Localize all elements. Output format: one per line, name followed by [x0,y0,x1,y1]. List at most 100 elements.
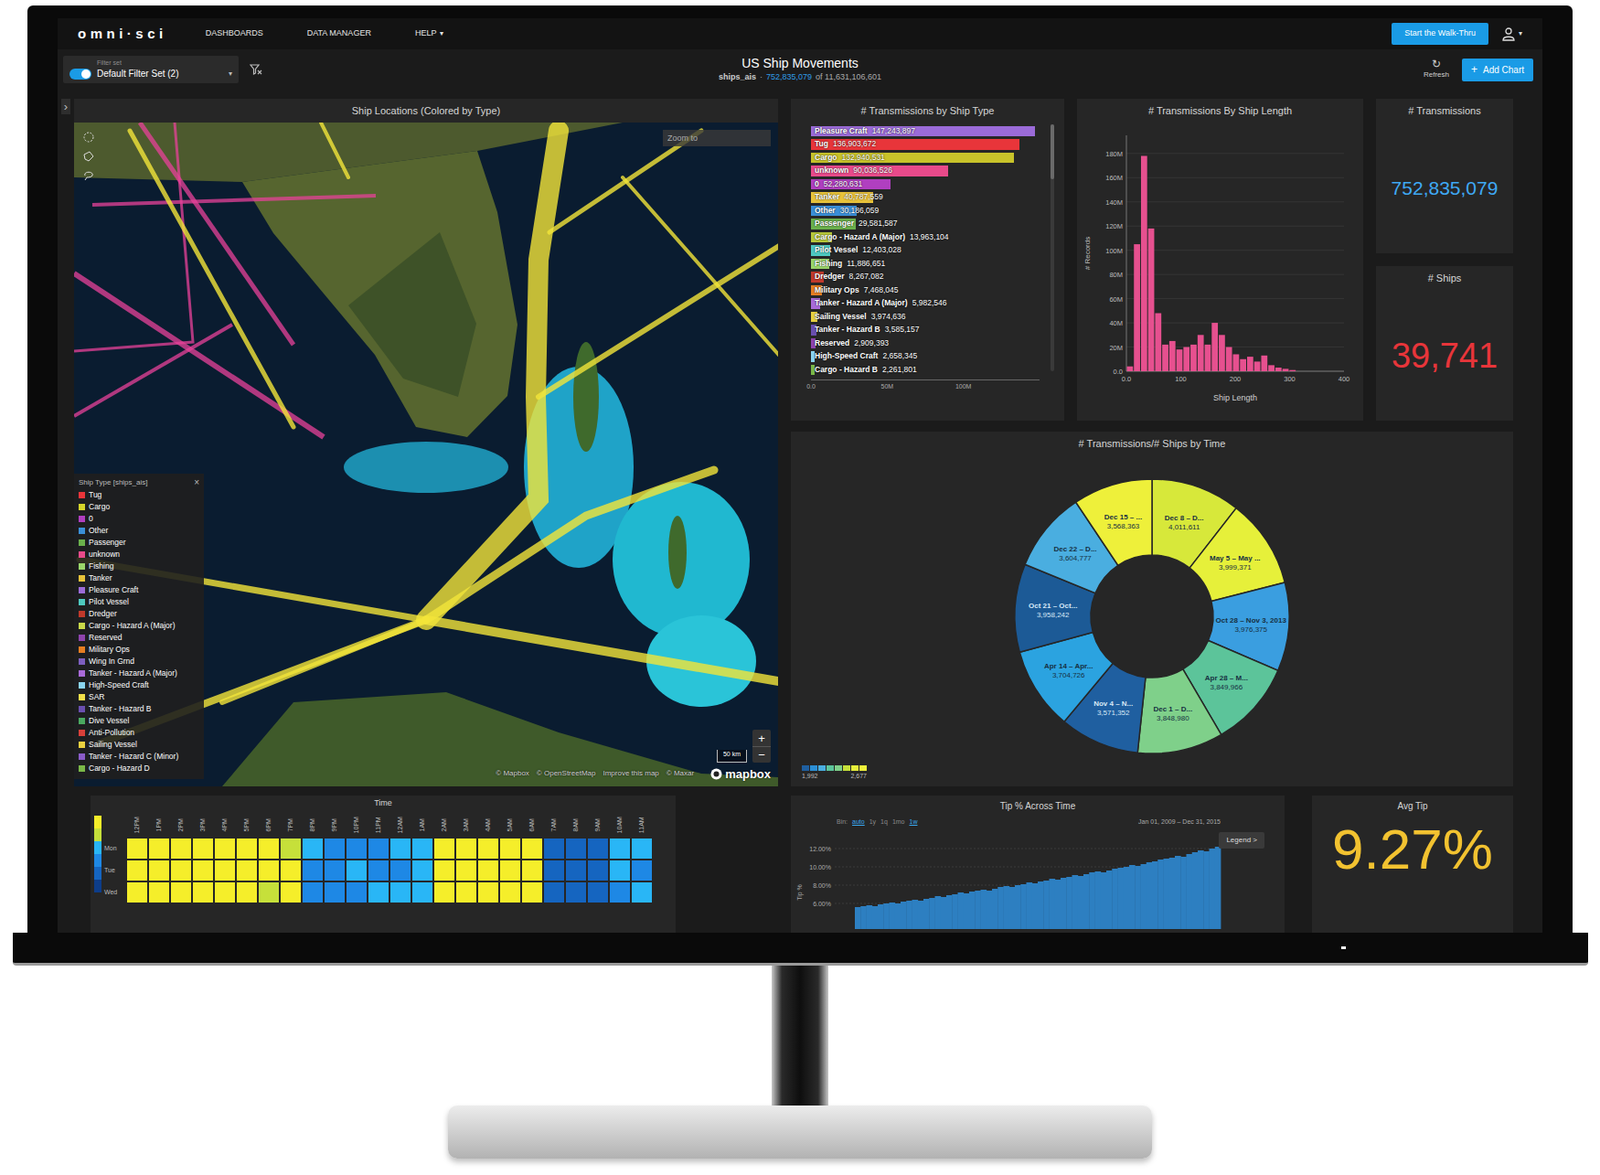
heatmap-cell[interactable] [411,837,434,860]
lasso-select-icon[interactable] [83,170,95,182]
heatmap-cell[interactable] [257,881,280,904]
nav-menu-item[interactable]: HELP▾ [415,27,445,41]
bar-row[interactable]: High-Speed Craft2,658,345 [810,350,1040,364]
circle-select-icon[interactable] [83,131,95,143]
heatmap-cell[interactable] [170,837,192,860]
heatmap-cell[interactable] [433,837,456,860]
attribution-link[interactable]: © Mapbox [495,768,530,779]
add-chart-button[interactable]: +Add Chart [1461,58,1534,82]
legend-item[interactable]: Cargo - Hazard D [78,763,200,776]
heatmap-cell[interactable] [543,837,566,860]
legend-item[interactable]: Tanker - Hazard B [78,704,200,716]
bin-option[interactable]: 1y [869,817,876,828]
heatmap-cell[interactable] [148,881,171,904]
zoom-out-button[interactable]: − [752,746,771,763]
heatmap-cell[interactable] [301,881,324,904]
heatmap-cell[interactable] [279,881,302,904]
heatmap-cell[interactable] [323,881,346,904]
legend-item[interactable]: Cargo - Hazard A (Major) [78,620,200,633]
heatmap-cell[interactable] [608,837,631,860]
legend-item[interactable]: Fishing [78,561,200,574]
heatmap-cell[interactable] [126,881,149,904]
legend-item[interactable]: unknown [78,549,200,562]
heatmap-cell[interactable] [586,881,609,904]
heatmap-cell[interactable] [126,859,149,882]
bar-row[interactable]: Pilot Vessel12,403,028 [810,244,1040,258]
heatmap-cell[interactable] [192,859,214,882]
heatmap-cell[interactable] [301,837,324,860]
heatmap-cell[interactable] [565,859,587,882]
heatmap-cell[interactable] [521,881,544,904]
legend-item[interactable]: 0 [78,513,200,526]
heatmap-cell[interactable] [521,837,544,860]
heatmap-cell[interactable] [455,881,478,904]
legend-item[interactable]: Sailing Vessel [78,739,200,752]
zoom-in-button[interactable]: + [752,729,771,747]
sidebar-toggle[interactable]: › [61,98,71,115]
heatmap-cell[interactable] [367,837,390,860]
bar-row[interactable]: Cargo132,940,531 [810,150,1040,165]
heatmap-cell[interactable] [345,859,368,882]
bin-option[interactable]: 1w [909,817,918,828]
heatmap-cell[interactable] [192,881,214,904]
heatmap-cell[interactable] [235,881,258,904]
bar-row[interactable]: unknown90,036,526 [810,164,1040,179]
bar-row[interactable]: Passenger29,581,587 [810,217,1040,232]
heatmap-cell[interactable] [411,859,434,882]
legend-item[interactable]: Tanker - Hazard C (Minor) [78,751,200,764]
heatmap-cell[interactable] [433,881,456,904]
heatmap-cell[interactable] [521,859,544,882]
heatmap-cell[interactable] [455,859,478,882]
legend-item[interactable]: Anti-Pollution [78,727,200,740]
attribution-link[interactable]: © Maxar [666,768,694,779]
legend-item[interactable]: Passenger [78,537,200,550]
bar-row[interactable]: Tug136,903,672 [810,138,1040,152]
walkthru-button[interactable]: Start the Walk-Thru [1391,22,1489,45]
legend-item[interactable]: Pilot Vessel [78,597,200,609]
heatmap-cell[interactable] [367,859,390,882]
heatmap-cell[interactable] [543,859,566,882]
scrollbar[interactable] [1050,124,1055,372]
heatmap-cell[interactable] [301,859,324,882]
map-area[interactable]: Ship Type [ships_ais]×TugCargo0OtherPass… [74,122,779,787]
bar-row[interactable]: Cargo - Hazard B2,261,801 [810,362,1040,377]
legend-item[interactable]: Cargo [78,501,200,514]
heatmap-cell[interactable] [477,881,500,904]
heatmap-cell[interactable] [170,881,192,904]
heatmap-cell[interactable] [279,837,302,860]
heatmap-cell[interactable] [148,859,171,882]
clear-filter-icon[interactable] [249,63,263,76]
legend-item[interactable]: Wing In Grnd [78,656,200,669]
heatmap-cell[interactable] [257,859,280,882]
heatmap-cell[interactable] [345,837,368,860]
heatmap-cell[interactable] [477,859,500,882]
heatmap-cell[interactable] [543,881,566,904]
heatmap-cell[interactable] [323,837,346,860]
legend-item[interactable]: Other [78,525,200,538]
heatmap-cell[interactable] [213,881,236,904]
logo[interactable]: omni·sci [77,23,168,45]
heatmap-cell[interactable] [499,859,522,882]
bar-row[interactable]: Military Ops7,468,045 [810,283,1040,298]
heatmap-cell[interactable] [630,837,653,860]
legend-item[interactable]: Pleasure Craft [78,585,200,598]
heatmap-cell[interactable] [367,881,390,904]
nav-menu-label[interactable]: HELP [415,27,438,41]
bar-row[interactable]: Tanker - Hazard B3,585,157 [810,323,1040,338]
attribution-link[interactable]: © OpenStreetMap [536,768,597,779]
bar-row[interactable]: 052,280,631 [810,177,1040,192]
heatmap-cell[interactable] [389,837,412,860]
filter-set-select[interactable]: Filter setDefault Filter Set (2)▾ [63,55,239,84]
bin-option[interactable]: 1q [880,817,888,828]
bar-row[interactable]: Other30,186,059 [810,203,1040,218]
heatmap-cell[interactable] [235,859,258,882]
heatmap-cell[interactable] [213,859,236,882]
heatmap-cell[interactable] [586,859,609,882]
heatmap-cell[interactable] [586,837,609,860]
heatmap-cell[interactable] [565,881,587,904]
heatmap-cell[interactable] [630,859,653,882]
close-button[interactable]: × [193,478,200,488]
bar-row[interactable]: Tanker40,787,559 [810,191,1040,205]
user-menu[interactable]: ▾ [1501,26,1523,42]
legend-item[interactable]: Tanker - Hazard A (Major) [78,668,200,681]
